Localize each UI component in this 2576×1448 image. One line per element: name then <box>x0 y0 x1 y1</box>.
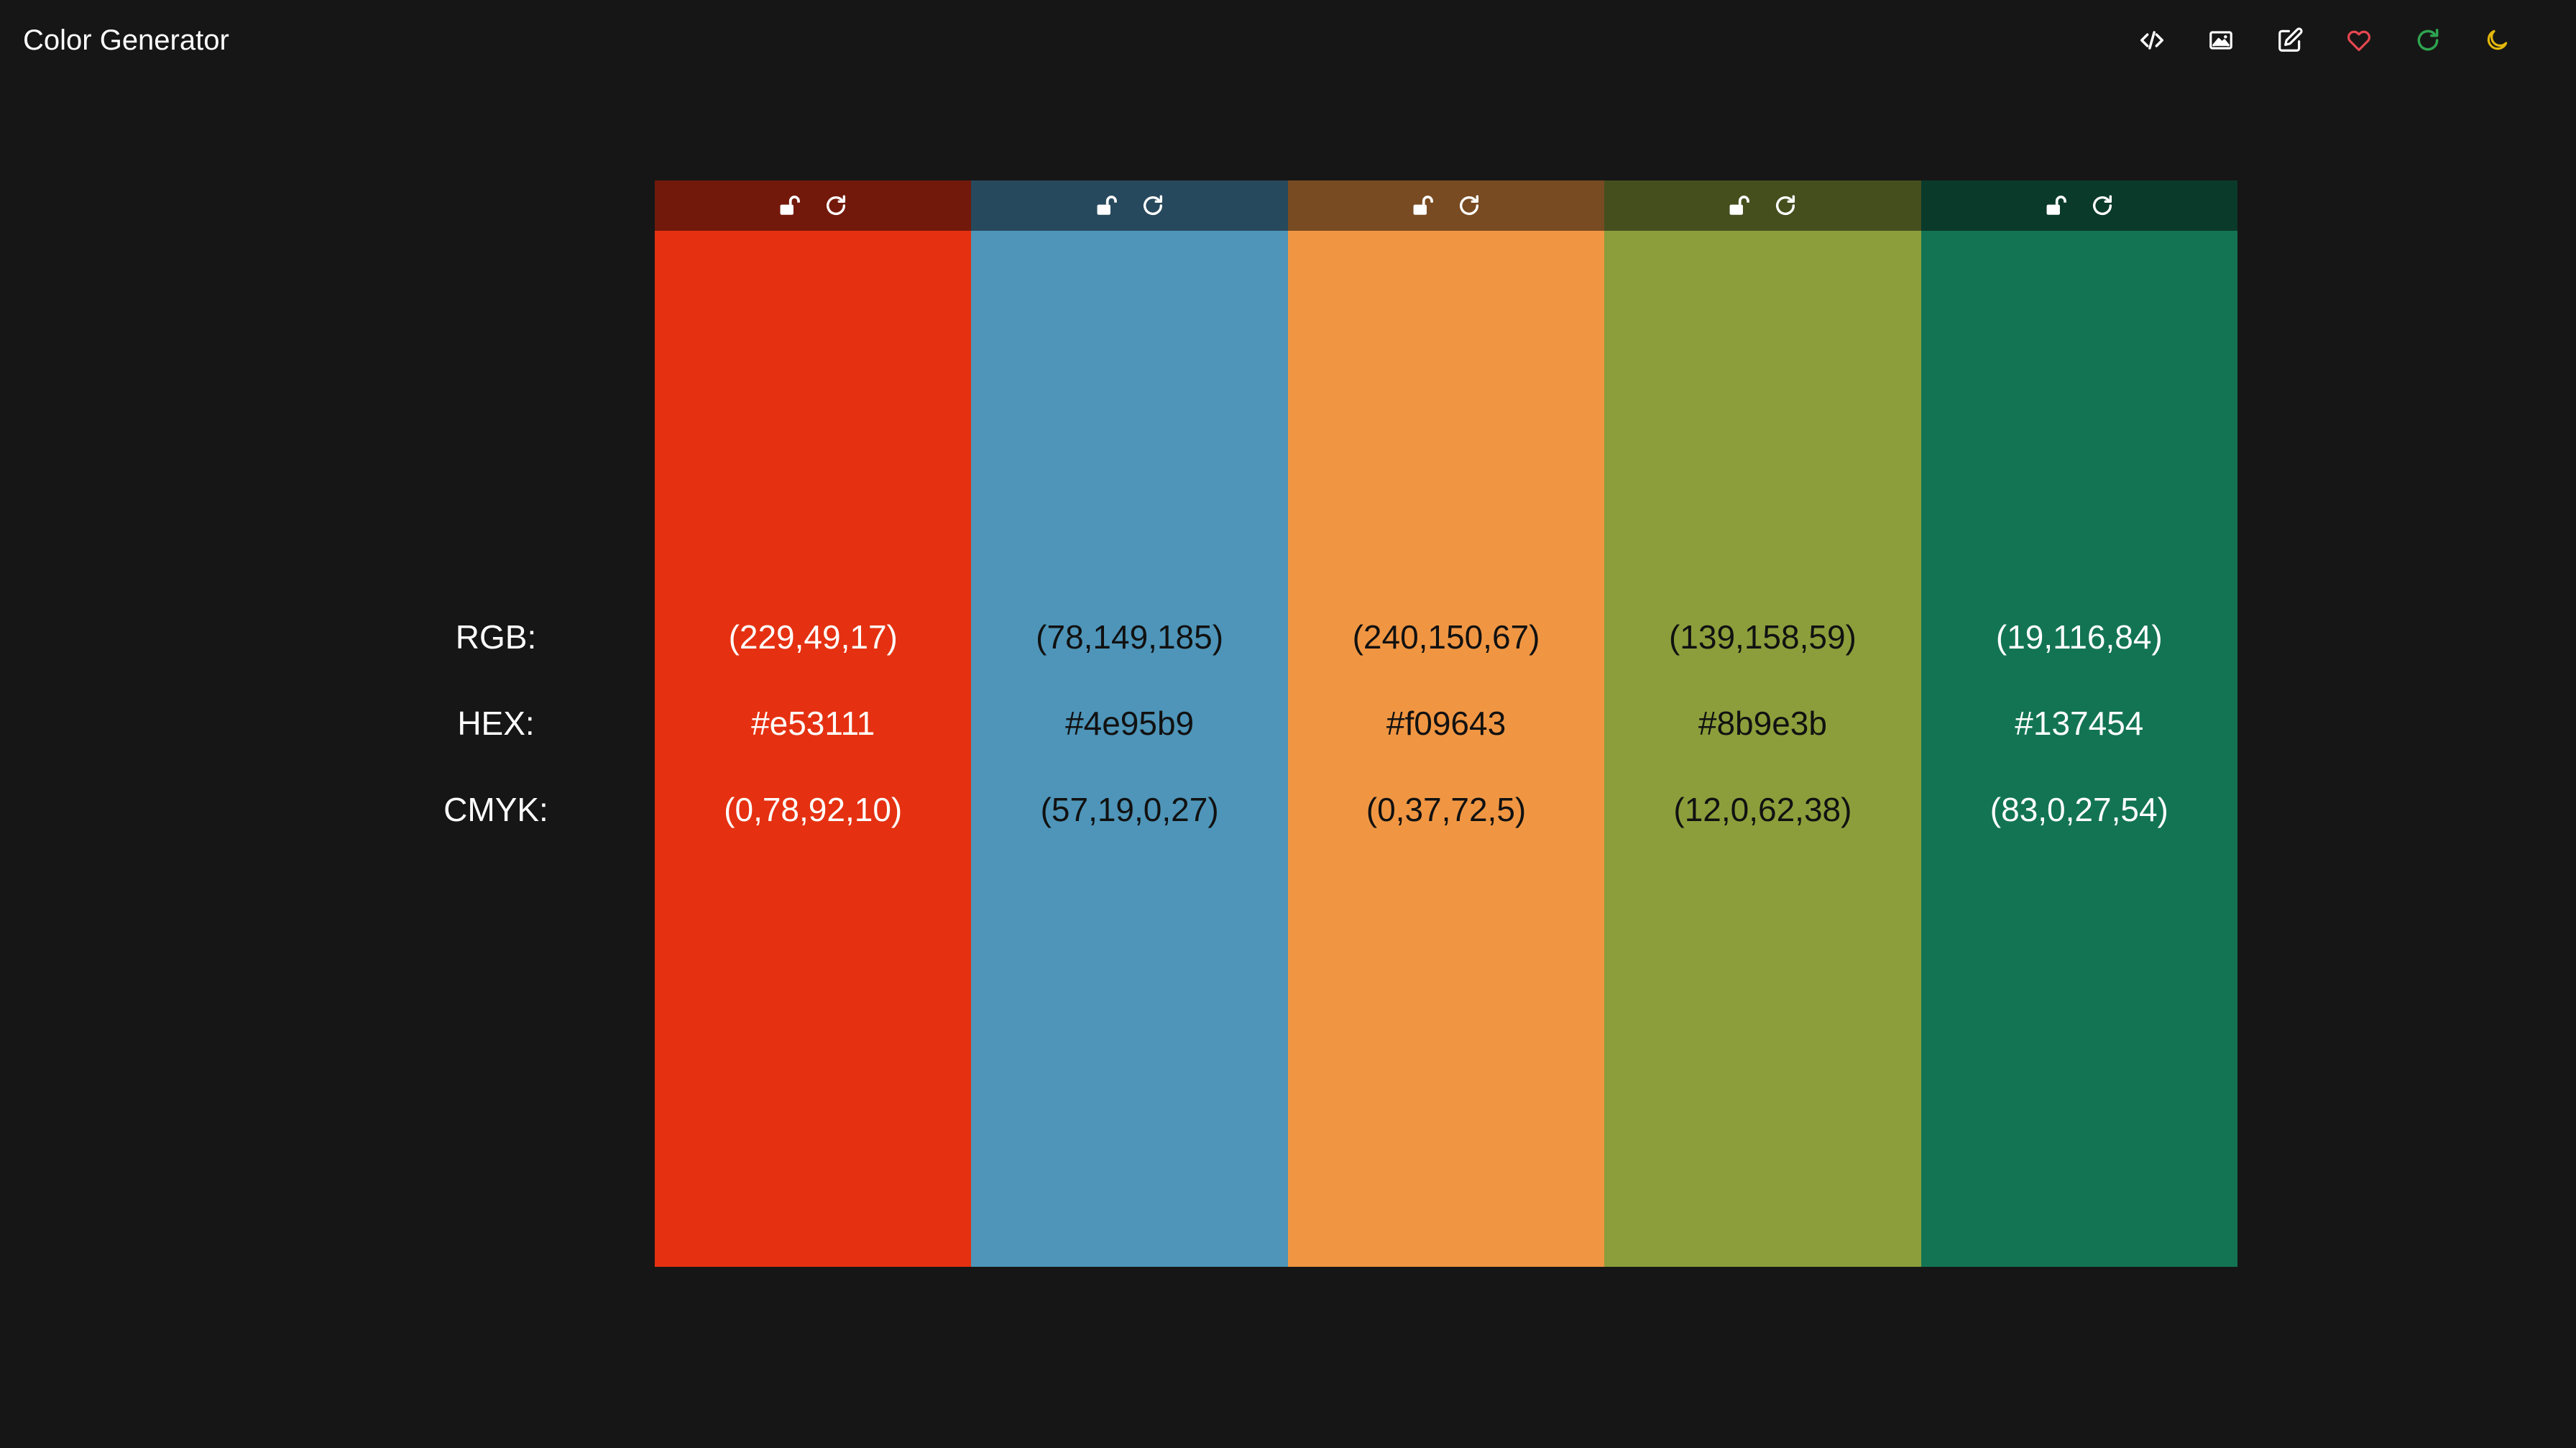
image-button[interactable] <box>2199 19 2242 62</box>
unlock-icon <box>1097 196 1117 215</box>
moon-icon <box>2487 29 2508 50</box>
cmyk-label: CMYK: <box>443 791 548 828</box>
regenerate-color-button[interactable] <box>822 191 850 220</box>
regenerate-color-button[interactable] <box>1138 191 1167 220</box>
unlock-icon <box>2046 196 2066 215</box>
swatch-header <box>1604 180 1921 231</box>
refresh-icon <box>1776 195 1795 215</box>
cmyk-value: (12,0,62,38) <box>1673 791 1852 828</box>
rgb-label: RGB: <box>455 618 537 656</box>
lock-button[interactable] <box>1409 191 1438 220</box>
color-generator-app: Color Generator RGB: HEX: CMYK: (229,49,… <box>0 0 2576 1448</box>
code-icon <box>2140 31 2163 50</box>
lock-button[interactable] <box>1725 191 1754 220</box>
hex-value: #f09643 <box>1386 705 1506 742</box>
refresh-icon <box>1143 195 1162 215</box>
theme-toggle-button[interactable] <box>2475 19 2518 62</box>
refresh-icon <box>2092 195 2112 215</box>
cmyk-value: (57,19,0,27) <box>1040 791 1219 828</box>
color-swatch[interactable]: (229,49,17) #e53111 (0,78,92,10) <box>655 180 972 1267</box>
unlock-icon <box>780 196 801 215</box>
cmyk-value: (83,0,27,54) <box>1990 791 2168 828</box>
rgb-value: (139,158,59) <box>1668 618 1857 656</box>
app-title: Color Generator <box>23 24 229 56</box>
hex-value: #8b9e3b <box>1698 705 1827 742</box>
cmyk-value: (0,78,92,10) <box>724 791 903 828</box>
refresh-icon <box>2417 29 2439 51</box>
regenerate-color-button[interactable] <box>1771 191 1800 220</box>
swatch-header <box>1920 180 2238 231</box>
lock-button[interactable] <box>1092 191 1121 220</box>
refresh-icon <box>827 195 846 215</box>
lock-button[interactable] <box>776 191 804 220</box>
hex-value: #4e95b9 <box>1065 705 1195 742</box>
unlock-icon <box>1729 196 1750 215</box>
color-swatch[interactable]: (240,150,67) #f09643 (0,37,72,5) <box>1287 180 1605 1267</box>
swatch-header <box>655 180 972 231</box>
regenerate-color-button[interactable] <box>2088 191 2117 220</box>
cmyk-value: (0,37,72,5) <box>1366 791 1527 828</box>
rgb-value: (229,49,17) <box>728 618 898 656</box>
regenerate-button[interactable] <box>2406 19 2450 62</box>
color-swatch[interactable]: (139,158,59) #8b9e3b (12,0,62,38) <box>1604 180 1921 1267</box>
heart-icon <box>2347 30 2370 52</box>
color-swatch[interactable]: (78,149,185) #4e95b9 (57,19,0,27) <box>971 180 1288 1267</box>
rgb-value: (19,116,84) <box>1995 618 2163 656</box>
color-palette: (229,49,17) #e53111 (0,78,92,10) (78,149… <box>655 180 2238 1267</box>
regenerate-color-button[interactable] <box>1455 191 1484 220</box>
color-swatch[interactable]: (19,116,84) #137454 (83,0,27,54) <box>1920 180 2238 1267</box>
toolbar <box>2104 19 2518 62</box>
favorite-button[interactable] <box>2337 19 2380 62</box>
edit-button[interactable] <box>2268 19 2312 62</box>
edit-icon <box>2278 27 2303 52</box>
rgb-value: (240,150,67) <box>1352 618 1540 656</box>
code-button[interactable] <box>2130 19 2174 62</box>
swatch-header <box>971 180 1288 231</box>
hex-value: #137454 <box>2015 705 2144 742</box>
hex-label: HEX: <box>457 705 535 742</box>
lock-button[interactable] <box>2042 191 2071 220</box>
swatch-header <box>1287 180 1605 231</box>
hex-value: #e53111 <box>751 705 875 742</box>
refresh-icon <box>1459 195 1479 215</box>
image-icon <box>2209 31 2232 50</box>
rgb-value: (78,149,185) <box>1036 618 1224 656</box>
unlock-icon <box>1413 196 1433 215</box>
